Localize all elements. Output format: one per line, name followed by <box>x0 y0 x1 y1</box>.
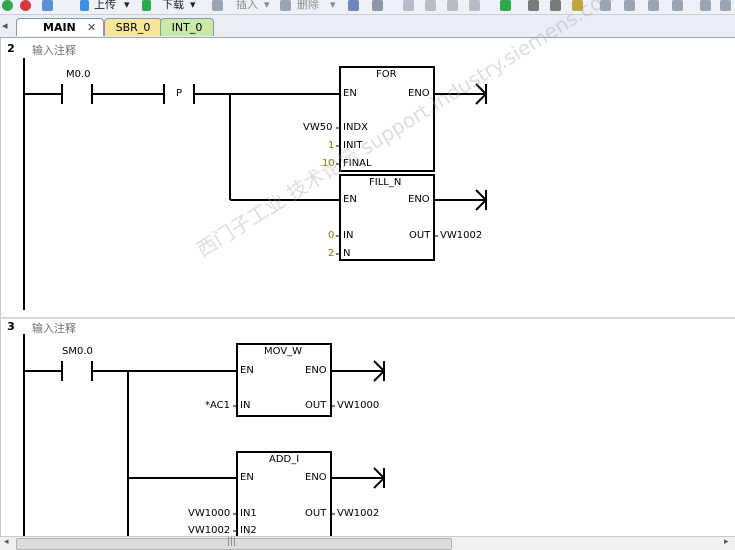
upload-icon <box>80 0 89 11</box>
for-eno: ENO <box>408 88 430 99</box>
fill-n-title: FILL_N <box>369 177 402 188</box>
tab-main[interactable]: MAIN ✕ <box>16 18 104 36</box>
for-en: EN <box>343 88 357 99</box>
horizontal-scrollbar[interactable]: ◂ ||| ▸ <box>0 536 735 550</box>
scroll-right-icon[interactable]: ▸ <box>724 537 729 547</box>
mov-w-eno: ENO <box>305 365 327 376</box>
for-box <box>339 66 435 172</box>
network-icon[interactable] <box>348 0 359 11</box>
upload-button[interactable]: 上传 <box>94 0 116 14</box>
delete-button[interactable]: 删除 <box>297 0 319 14</box>
tab-main-label: MAIN <box>43 21 76 34</box>
upload-dropdown-icon[interactable]: ▾ <box>124 0 130 14</box>
branch-icon-3[interactable] <box>648 0 659 11</box>
for-final: FINAL <box>343 158 372 169</box>
download-dropdown-icon[interactable]: ▾ <box>190 0 196 14</box>
block-icon-4[interactable] <box>469 0 480 11</box>
add-i-en: EN <box>240 472 254 483</box>
tab-sbr-0[interactable]: SBR_0 <box>104 18 162 36</box>
block-icon-3[interactable] <box>447 0 458 11</box>
fill-n-out-operand[interactable]: VW1002 <box>440 230 482 242</box>
mov-w-out-operand[interactable]: VW1000 <box>337 400 379 412</box>
contact-label-sm0-0: SM0.0 <box>62 346 93 357</box>
insert-button[interactable]: 插入 <box>236 0 258 14</box>
fill-n-eno: ENO <box>408 194 430 205</box>
lock-icon-2[interactable] <box>550 0 561 11</box>
tab-sbr-0-label: SBR_0 <box>115 21 151 34</box>
close-icon[interactable]: ✕ <box>87 19 96 36</box>
block-icon-1[interactable] <box>403 0 414 11</box>
ladder-editor[interactable]: 2 输入注释 M0.0 P FOR EN ENO INDX INIT FINAL… <box>0 0 735 536</box>
add-i-out: OUT <box>305 508 327 519</box>
network-comment-3[interactable]: 输入注释 <box>32 320 76 336</box>
add-i-out-operand[interactable]: VW1002 <box>337 508 379 520</box>
lock-icon-3[interactable] <box>572 0 583 11</box>
mov-w-out: OUT <box>305 400 327 411</box>
add-i-title: ADD_I <box>269 454 300 465</box>
for-final-operand[interactable]: 10 <box>322 158 335 170</box>
insert-dropdown-icon[interactable]: ▾ <box>264 0 270 14</box>
tab-bar: ◂ MAIN ✕ SBR_0 INT_0 <box>0 15 735 38</box>
ladder-diagram <box>0 38 735 536</box>
tab-int-0[interactable]: INT_0 <box>160 18 214 36</box>
fill-n-n: N <box>343 248 351 259</box>
scroll-left-icon[interactable]: ◂ <box>4 537 9 547</box>
mov-w-title: MOV_W <box>264 346 303 357</box>
scrollbar-thumb[interactable]: ||| <box>16 537 452 550</box>
for-title: FOR <box>376 69 397 80</box>
block-icon-2[interactable] <box>425 0 436 11</box>
branch-icon-1[interactable] <box>600 0 611 11</box>
add-i-in1: IN1 <box>240 508 257 519</box>
download-button[interactable]: 下载 <box>162 0 184 14</box>
for-indx-operand[interactable]: VW50 <box>303 122 332 134</box>
stop-icon[interactable] <box>20 0 31 11</box>
compile-icon[interactable] <box>42 0 53 11</box>
network-number-2: 2 <box>7 42 15 55</box>
fill-n-out: OUT <box>409 230 431 241</box>
contact-label-m0-0: M0.0 <box>66 69 91 80</box>
add-i-in1-operand[interactable]: VW1000 <box>188 508 230 520</box>
mov-w-en: EN <box>240 365 254 376</box>
tab-scroll-left-icon[interactable]: ◂ <box>2 20 8 35</box>
p-contact-label: P <box>176 88 183 99</box>
delete-dropdown-icon[interactable]: ▾ <box>330 0 336 14</box>
for-init: INIT <box>343 140 363 151</box>
contact-icon[interactable] <box>700 0 711 11</box>
delete-icon <box>280 0 291 11</box>
network-number-3: 3 <box>7 320 15 333</box>
for-init-operand[interactable]: 1 <box>328 140 334 152</box>
mov-w-in-operand[interactable]: *AC1 <box>205 400 230 412</box>
branch-icon-4[interactable] <box>672 0 683 11</box>
goto-icon[interactable] <box>500 0 511 11</box>
tab-int-0-label: INT_0 <box>171 21 203 34</box>
fill-n-en: EN <box>343 194 357 205</box>
insert-icon <box>212 0 223 11</box>
for-indx: INDX <box>343 122 368 133</box>
branch-icon-2[interactable] <box>624 0 635 11</box>
symbol-icon[interactable] <box>372 0 383 11</box>
scrollbar-grip: ||| <box>227 537 237 547</box>
fill-n-in: IN <box>343 230 354 241</box>
run-icon[interactable] <box>2 0 13 11</box>
lock-icon-1[interactable] <box>528 0 539 11</box>
toolbar: 上传 ▾ 下载 ▾ 插入 ▾ 删除 ▾ <box>0 0 735 15</box>
fill-n-n-operand[interactable]: 2 <box>328 248 334 260</box>
network-comment-2[interactable]: 输入注释 <box>32 42 76 58</box>
mov-w-in: IN <box>240 400 251 411</box>
download-icon <box>142 0 151 11</box>
coil-icon[interactable] <box>720 0 731 11</box>
add-i-eno: ENO <box>305 472 327 483</box>
fill-n-in-operand[interactable]: 0 <box>328 230 334 242</box>
